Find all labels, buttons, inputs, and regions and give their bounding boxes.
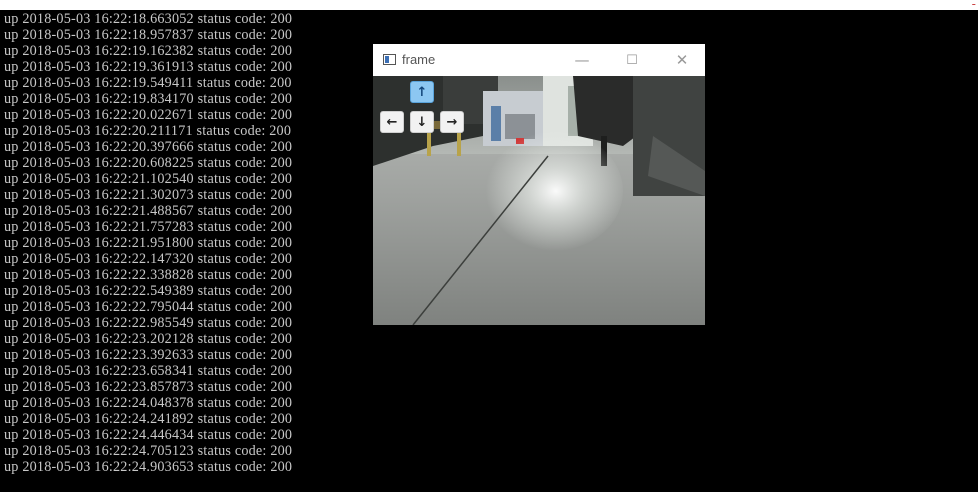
console-close-icon[interactable]: -	[972, 0, 976, 11]
app-window-icon	[383, 54, 396, 65]
log-line: up 2018-05-03 16:22:24.048378 status cod…	[4, 395, 293, 411]
camera-feed: ↑ ← ↓ →	[373, 76, 705, 325]
arrow-up-button[interactable]: ↑	[410, 81, 434, 103]
arrow-down-button[interactable]: ↓	[410, 111, 434, 133]
close-button[interactable]: ✕	[659, 44, 705, 76]
log-line: up 2018-05-03 16:22:24.241892 status cod…	[4, 411, 293, 427]
window-title: frame	[402, 52, 436, 67]
frame-window[interactable]: frame — ☐ ✕ ↑ ← ↓ →	[373, 44, 705, 325]
log-line: up 2018-05-03 16:22:24.705123 status cod…	[4, 443, 293, 459]
minimize-button[interactable]: —	[559, 44, 605, 76]
maximize-button[interactable]: ☐	[609, 44, 655, 76]
log-line: up 2018-05-03 16:22:18.663052 status cod…	[4, 11, 293, 27]
log-line: up 2018-05-03 16:22:24.903653 status cod…	[4, 459, 293, 475]
arrow-right-button[interactable]: →	[440, 111, 464, 133]
top-strip: -	[0, 0, 978, 11]
log-line: up 2018-05-03 16:22:23.658341 status cod…	[4, 363, 293, 379]
title-bar[interactable]: frame — ☐ ✕	[373, 44, 705, 76]
log-line: up 2018-05-03 16:22:23.857873 status cod…	[4, 379, 293, 395]
log-line: up 2018-05-03 16:22:18.957837 status cod…	[4, 27, 293, 43]
log-line: up 2018-05-03 16:22:23.392633 status cod…	[4, 347, 293, 363]
log-line: up 2018-05-03 16:22:23.202128 status cod…	[4, 331, 293, 347]
log-line: up 2018-05-03 16:22:24.446434 status cod…	[4, 427, 293, 443]
arrow-left-button[interactable]: ←	[380, 111, 404, 133]
